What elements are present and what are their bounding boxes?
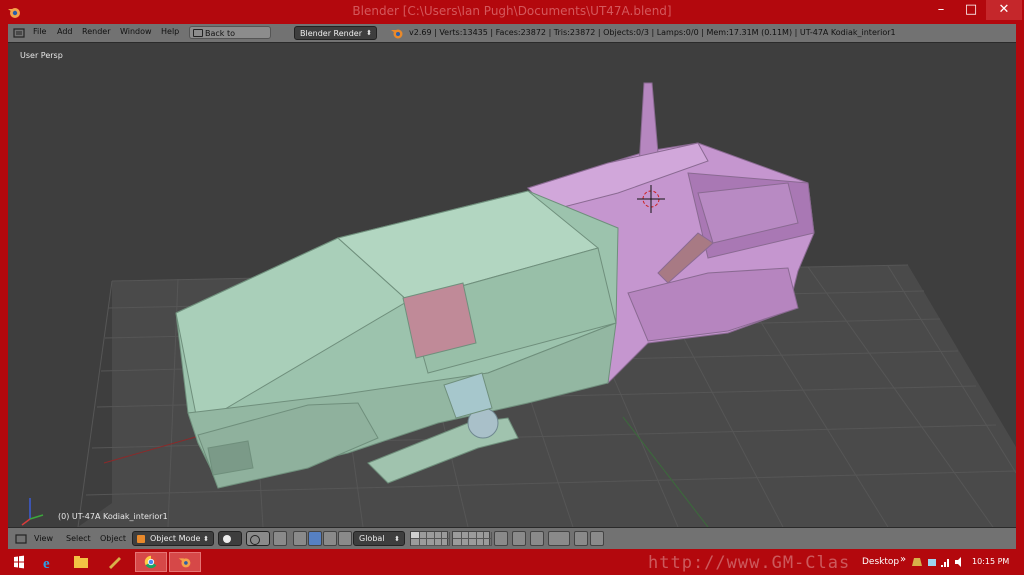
maximize-button[interactable]: □ xyxy=(956,0,986,20)
object-mode-value: Object Mode xyxy=(150,534,201,543)
start-button-icon[interactable] xyxy=(4,552,34,572)
blender-taskbar-icon[interactable] xyxy=(169,552,201,572)
render-still-icon[interactable] xyxy=(574,531,588,546)
active-object-label: (0) UT-47A Kodiak_interior1 xyxy=(58,512,168,521)
blender-logo-icon xyxy=(391,29,403,39)
object-mode-select[interactable]: Object Mode ⬍ xyxy=(132,531,214,546)
sphere-icon xyxy=(223,535,231,543)
updown-arrow-icon: ⬍ xyxy=(366,29,372,37)
render-engine-value: Blender Render xyxy=(300,29,363,38)
snap-toggle-icon[interactable] xyxy=(530,531,544,546)
editor-type-icon[interactable] xyxy=(14,532,28,546)
taskbar: e http://www.GM-Clas Desktop » 10:15 PM xyxy=(0,549,1024,575)
scene-render[interactable] xyxy=(8,43,1016,527)
proportional-edit-icon[interactable] xyxy=(512,531,526,546)
rotate-tool-icon[interactable] xyxy=(323,531,337,546)
close-button[interactable]: ✕ xyxy=(986,0,1022,20)
pivot-icon xyxy=(250,535,260,545)
updown-arrow-icon: ⬍ xyxy=(394,535,400,543)
blender-window: File Add Render Window Help Back to Prev… xyxy=(8,24,1016,549)
tool-app-icon[interactable] xyxy=(100,552,130,572)
menu-object[interactable]: Object xyxy=(100,534,126,543)
view3d-header: View Select Object Object Mode ⬍ Global … xyxy=(8,527,1016,549)
clock-time[interactable]: 10:15 PM xyxy=(972,557,1009,566)
chrome-icon[interactable] xyxy=(135,552,167,572)
info-header: File Add Render Window Help Back to Prev… xyxy=(8,24,1016,51)
scale-tool-icon[interactable] xyxy=(338,531,352,546)
svg-text:e: e xyxy=(43,556,50,572)
pivot-select[interactable] xyxy=(246,531,270,546)
layer-buttons-left[interactable] xyxy=(410,531,450,546)
watermark-text: http://www.GM-Clas xyxy=(648,553,851,573)
layer-toggle[interactable] xyxy=(482,538,492,546)
menu-window[interactable]: Window xyxy=(120,27,152,36)
manipulator-toggle[interactable] xyxy=(273,531,287,546)
system-tray-icons[interactable] xyxy=(912,556,966,568)
minimize-button[interactable]: – xyxy=(926,0,956,20)
screen-icon xyxy=(193,29,203,37)
menu-help[interactable]: Help xyxy=(161,27,179,36)
orientation-select[interactable]: Global ⬍ xyxy=(353,531,405,546)
layer-toggle[interactable] xyxy=(440,538,450,546)
menu-render[interactable]: Render xyxy=(82,27,110,36)
translate-tool-icon[interactable] xyxy=(293,531,307,546)
desktop-toolbar-label[interactable]: Desktop xyxy=(862,557,899,567)
menu-select[interactable]: Select xyxy=(66,534,91,543)
chevron-right-icon[interactable]: » xyxy=(900,554,906,565)
render-engine-select[interactable]: Blender Render ⬍ xyxy=(294,26,377,40)
menu-add[interactable]: Add xyxy=(57,27,73,36)
menu-view[interactable]: View xyxy=(34,534,53,543)
internet-explorer-icon[interactable]: e xyxy=(34,552,64,572)
back-to-previous-button[interactable]: Back to Previous xyxy=(189,26,271,51)
window-title: Blender [C:\Users\Ian Pugh\Documents\UT4… xyxy=(352,4,672,18)
menu-file[interactable]: File xyxy=(33,27,46,36)
axis-gizmo-icon xyxy=(21,498,44,526)
layer-buttons-right[interactable] xyxy=(452,531,492,546)
scene-stats: v2.69 | Verts:13435 | Faces:23872 | Tris… xyxy=(409,28,896,37)
3d-viewport[interactable]: User Persp (0) UT-47A Kodiak_interior1 xyxy=(8,43,1016,527)
render-animation-icon[interactable] xyxy=(590,531,604,546)
orientation-value: Global xyxy=(359,534,385,543)
perspective-label: User Persp xyxy=(20,51,63,60)
editor-type-icon[interactable] xyxy=(12,26,26,40)
title-bar: Blender [C:\Users\Ian Pugh\Documents\UT4… xyxy=(0,0,1024,24)
move-tool-icon[interactable] xyxy=(308,531,322,546)
lock-layers-icon[interactable] xyxy=(494,531,508,546)
cube-icon xyxy=(137,535,145,543)
file-explorer-icon[interactable] xyxy=(66,552,96,572)
updown-arrow-icon: ⬍ xyxy=(203,535,209,543)
shading-select[interactable] xyxy=(218,531,242,546)
snap-element-select[interactable] xyxy=(548,531,570,546)
